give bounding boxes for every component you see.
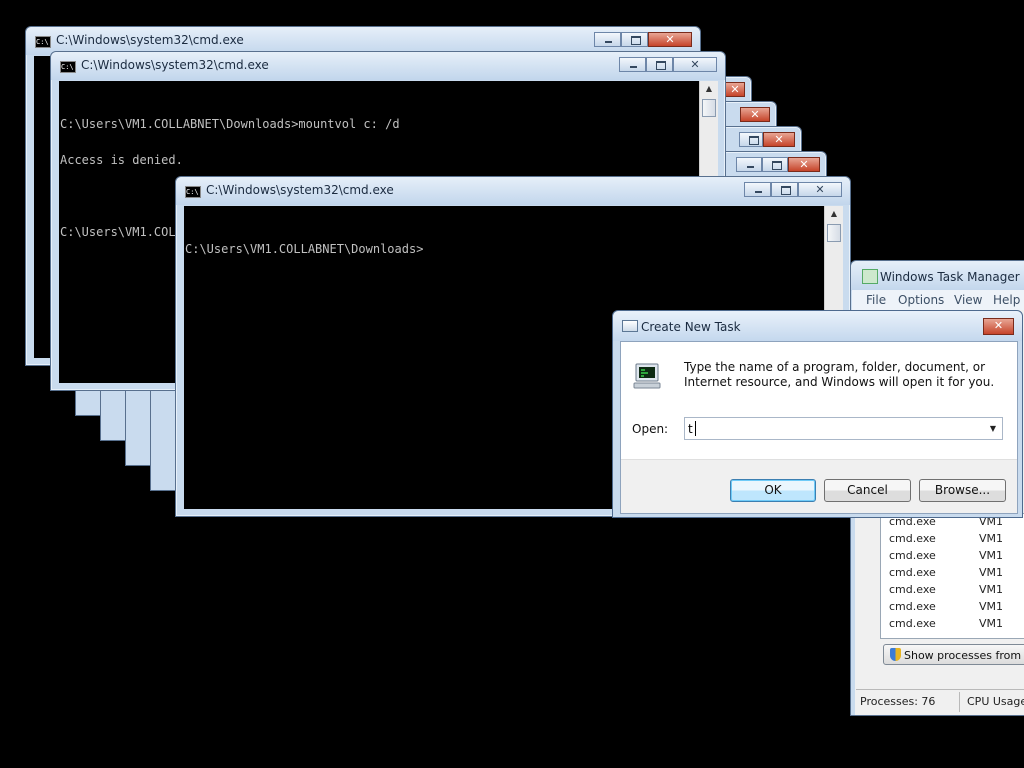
close-button[interactable]: ✕ <box>648 32 692 47</box>
text-cursor <box>695 421 696 436</box>
title-bar[interactable]: C:\ C:\Windows\system32\cmd.exe ✕ <box>51 52 725 80</box>
status-bar: Processes: 76 CPU Usage <box>856 689 1024 714</box>
create-new-task-dialog[interactable]: Create New Task ✕ Type the name of a pro… <box>612 310 1023 518</box>
title-bar[interactable]: Create New Task ✕ <box>613 311 1022 341</box>
title-buttons: ✕ <box>619 57 717 73</box>
title-bar[interactable]: C:\ C:\Windows\system32\cmd.exe ✕ <box>176 177 850 205</box>
process-user: VM1 <box>979 549 1004 562</box>
maximize-button[interactable] <box>762 157 788 172</box>
process-image: cmd.exe <box>889 617 936 630</box>
minimize-button[interactable] <box>594 32 621 47</box>
console-line: C:\Users\VM1.COLLABNET\Downloads> <box>185 242 424 256</box>
list-item[interactable]: cmd.exe VM1 <box>889 583 1003 600</box>
process-image: cmd.exe <box>889 600 936 613</box>
dialog-title: Create New Task <box>641 320 741 334</box>
window-title: C:\Windows\system32\cmd.exe <box>56 33 244 47</box>
menu-view[interactable]: View <box>954 293 982 307</box>
process-user: VM1 <box>979 566 1004 579</box>
process-image: cmd.exe <box>889 583 936 596</box>
show-processes-all-users-button[interactable]: Show processes from all <box>883 644 1024 665</box>
button-label: Show processes from all <box>904 649 1024 662</box>
maximize-button[interactable] <box>621 32 648 47</box>
status-cpu-usage: CPU Usage <box>967 695 1024 708</box>
scroll-thumb[interactable] <box>702 99 716 117</box>
dialog-message: Type the name of a program, folder, docu… <box>684 360 995 389</box>
title-buttons: ✕ <box>740 107 770 123</box>
minimize-button[interactable] <box>619 57 646 72</box>
shield-icon <box>890 648 901 661</box>
open-label: Open: <box>632 422 669 436</box>
status-processes: Processes: 76 <box>860 695 936 708</box>
open-combobox[interactable]: t ▼ <box>684 417 1003 440</box>
list-item[interactable]: cmd.exe VM1 <box>889 549 1003 566</box>
status-divider <box>959 692 960 712</box>
cmd-icon: C:\ <box>35 36 51 48</box>
window-title: C:\Windows\system32\cmd.exe <box>81 58 269 72</box>
console-line: Access is denied. <box>60 153 183 167</box>
close-button[interactable]: ✕ <box>798 182 842 197</box>
close-button[interactable]: ✕ <box>763 132 795 147</box>
process-user: VM1 <box>979 600 1004 613</box>
title-buttons: ✕ <box>739 132 795 148</box>
console-line: C:\Users\VM1.COLLABNET\Downloads>mountvo… <box>60 117 400 131</box>
title-buttons: ✕ <box>736 157 820 173</box>
ok-button[interactable]: OK <box>730 479 816 502</box>
run-window-icon <box>622 320 638 332</box>
dialog-footer: OK Cancel Browse... <box>621 459 1017 513</box>
cmd-icon: C:\ <box>60 61 76 73</box>
list-item[interactable]: cmd.exe VM1 <box>889 532 1003 549</box>
dropdown-arrow-icon[interactable]: ▼ <box>984 418 1002 439</box>
cancel-button[interactable]: Cancel <box>824 479 911 502</box>
scroll-up-arrow-icon[interactable]: ▲ <box>700 81 718 97</box>
title-buttons: ✕ <box>725 82 745 98</box>
list-item[interactable]: cmd.exe VM1 <box>889 617 1003 634</box>
menu-bar: File Options View Help <box>852 290 1024 310</box>
cmd-window-edge-2 <box>100 386 126 441</box>
process-image: cmd.exe <box>889 549 936 562</box>
menu-options[interactable]: Options <box>898 293 944 307</box>
close-button[interactable]: ✕ <box>740 107 770 122</box>
title-buttons: ✕ <box>594 32 692 48</box>
minimize-button[interactable] <box>736 157 762 172</box>
maximize-button[interactable] <box>771 182 798 197</box>
dialog-client: Type the name of a program, folder, docu… <box>620 341 1018 514</box>
close-button[interactable]: ✕ <box>673 57 717 72</box>
process-user: VM1 <box>979 583 1004 596</box>
open-input-value[interactable]: t <box>688 422 693 436</box>
process-image: cmd.exe <box>889 566 936 579</box>
cmd-icon: C:\ <box>185 186 201 198</box>
browse-button[interactable]: Browse... <box>919 479 1006 502</box>
close-button[interactable]: ✕ <box>788 157 820 172</box>
menu-help[interactable]: Help <box>993 293 1020 307</box>
process-user: VM1 <box>979 532 1004 545</box>
cmd-window-edge-3 <box>125 386 151 466</box>
close-button[interactable]: ✕ <box>983 318 1014 335</box>
cmd-window-edge-4 <box>150 386 176 491</box>
minimize-button[interactable] <box>744 182 771 197</box>
close-button[interactable]: ✕ <box>725 82 745 97</box>
process-image: cmd.exe <box>889 532 936 545</box>
window-title: C:\Windows\system32\cmd.exe <box>206 183 394 197</box>
task-manager-icon <box>862 269 878 284</box>
maximize-button[interactable] <box>739 132 763 147</box>
list-item[interactable]: cmd.exe VM1 <box>889 566 1003 583</box>
menu-file[interactable]: File <box>866 293 886 307</box>
scroll-thumb[interactable] <box>827 224 841 242</box>
title-bar[interactable]: Windows Task Manager <box>851 261 1024 291</box>
scroll-up-arrow-icon[interactable]: ▲ <box>825 206 843 222</box>
title-buttons: ✕ <box>744 182 842 198</box>
run-program-icon <box>633 363 661 389</box>
process-user: VM1 <box>979 617 1004 630</box>
process-list[interactable]: cmd.exe VM1 cmd.exe VM1 cmd.exe VM1 cmd.exe… <box>880 513 1024 639</box>
window-title: Windows Task Manager <box>880 270 1020 284</box>
list-item[interactable]: cmd.exe VM1 <box>889 600 1003 617</box>
maximize-button[interactable] <box>646 57 673 72</box>
